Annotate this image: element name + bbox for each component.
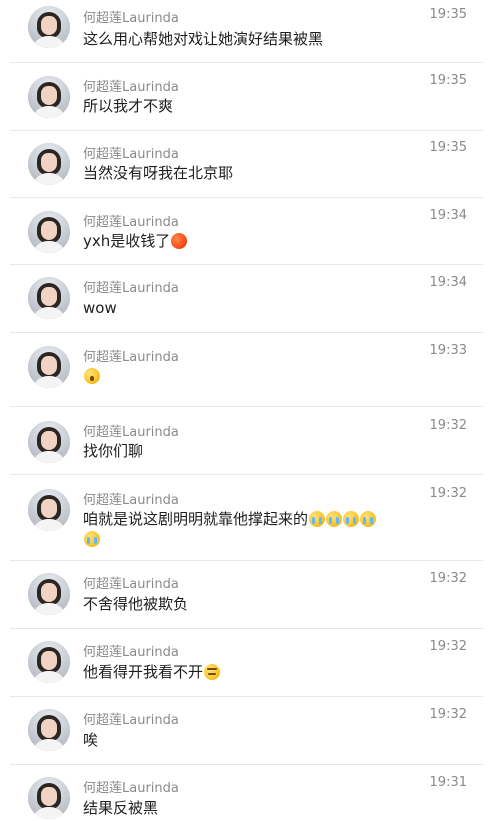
message-text-content: 咱就是说这剧明明就靠他撑起来的 xyxy=(83,510,309,528)
list-item[interactable]: 何超莲Laurinda 19:32 咱就是说这剧明明就靠他撑起来的 xyxy=(0,475,493,561)
sender-name: 何超莲Laurinda xyxy=(83,493,179,508)
message-text: 结果反被黑 xyxy=(83,798,433,818)
message-text: 当然没有呀我在北京耶 xyxy=(83,163,433,183)
message-text: 这么用心帮她对戏让她演好结果被黑 xyxy=(83,29,433,49)
avatar[interactable] xyxy=(28,709,70,751)
avatar[interactable] xyxy=(28,277,70,319)
message-time: 19:32 xyxy=(429,571,467,586)
sender-name: 何超莲Laurinda xyxy=(83,425,179,440)
message-text xyxy=(83,366,433,386)
message-text: yxh是收钱了 xyxy=(83,231,433,251)
message-time: 19:35 xyxy=(429,7,467,22)
list-item[interactable]: 何超莲Laurinda 19:34 wow xyxy=(0,265,493,333)
message-text-content: 这么用心帮她对戏让她演好结果被黑 xyxy=(83,30,324,48)
sender-name: 何超莲Laurinda xyxy=(83,781,179,796)
message-text-content: 唉 xyxy=(83,731,99,749)
crying-emoji-icon xyxy=(326,511,343,527)
sender-name: 何超莲Laurinda xyxy=(83,713,179,728)
message-text: 所以我才不爽 xyxy=(83,96,433,116)
avatar[interactable] xyxy=(28,777,70,819)
sender-name: 何超莲Laurinda xyxy=(83,11,179,26)
message-text-content: 所以我才不爽 xyxy=(83,97,174,115)
message-text: 不舍得他被欺负 xyxy=(83,594,433,614)
avatar[interactable] xyxy=(28,489,70,531)
avatar[interactable] xyxy=(28,143,70,185)
list-item[interactable]: 何超莲Laurinda 19:34 yxh是收钱了 xyxy=(0,198,493,266)
sender-name: 何超莲Laurinda xyxy=(83,80,179,95)
message-time: 19:32 xyxy=(429,418,467,433)
smirk-emoji-icon xyxy=(204,664,221,680)
message-text: 找你们聊 xyxy=(83,441,433,461)
message-text-content: yxh是收钱了 xyxy=(83,232,171,250)
list-item[interactable]: 何超莲Laurinda 19:35 这么用心帮她对戏让她演好结果被黑 xyxy=(0,0,493,60)
message-time: 19:31 xyxy=(429,775,467,790)
message-time: 19:35 xyxy=(429,73,467,88)
avatar[interactable] xyxy=(28,346,70,388)
message-text: 咱就是说这剧明明就靠他撑起来的 xyxy=(83,509,423,549)
avatar[interactable] xyxy=(28,641,70,683)
message-time: 19:34 xyxy=(429,275,467,290)
crying-emoji-icon xyxy=(343,511,360,527)
list-item[interactable]: 何超莲Laurinda 19:33 xyxy=(0,333,493,407)
message-time: 19:35 xyxy=(429,140,467,155)
message-list: 何超莲Laurinda 19:35 这么用心帮她对戏让她演好结果被黑 何超莲La… xyxy=(0,0,493,821)
sender-name: 何超莲Laurinda xyxy=(83,350,179,365)
list-item[interactable]: 何超莲Laurinda 19:32 他看得开我看不开 xyxy=(0,629,493,697)
message-text: 他看得开我看不开 xyxy=(83,662,433,682)
sender-name: 何超莲Laurinda xyxy=(83,577,179,592)
crying-emoji-icon xyxy=(309,511,326,527)
message-time: 19:32 xyxy=(429,486,467,501)
message-time: 19:32 xyxy=(429,639,467,654)
message-text-content: 他看得开我看不开 xyxy=(83,663,204,681)
list-item[interactable]: 何超莲Laurinda 19:32 找你们聊 xyxy=(0,407,493,475)
message-text-content: 当然没有呀我在北京耶 xyxy=(83,164,234,182)
avatar[interactable] xyxy=(28,211,70,253)
sender-name: 何超莲Laurinda xyxy=(83,645,179,660)
list-item[interactable]: 何超莲Laurinda 19:32 不舍得他被欺负 xyxy=(0,561,493,629)
message-text-content: wow xyxy=(83,299,117,317)
sender-name: 何超莲Laurinda xyxy=(83,281,179,296)
message-text-content: 找你们聊 xyxy=(83,442,144,460)
avatar[interactable] xyxy=(28,6,70,48)
message-text: wow xyxy=(83,298,433,318)
avatar[interactable] xyxy=(28,573,70,615)
message-text: 唉 xyxy=(83,730,433,750)
list-item[interactable]: 何超莲Laurinda 19:35 所以我才不爽 xyxy=(0,63,493,131)
sender-name: 何超莲Laurinda xyxy=(83,215,179,230)
message-text-content: 结果反被黑 xyxy=(83,799,159,817)
message-time: 19:34 xyxy=(429,208,467,223)
shocked-emoji-icon xyxy=(84,368,100,384)
list-item[interactable]: 何超莲Laurinda 19:31 结果反被黑 xyxy=(0,765,493,821)
message-time: 19:32 xyxy=(429,707,467,722)
crying-emoji-icon xyxy=(84,531,100,547)
list-item[interactable]: 何超莲Laurinda 19:32 唉 xyxy=(0,697,493,765)
red-angry-emoji-icon xyxy=(171,233,188,249)
sender-name: 何超莲Laurinda xyxy=(83,147,179,162)
crying-emoji-icon xyxy=(360,511,377,527)
avatar[interactable] xyxy=(28,421,70,463)
message-text-content: 不舍得他被欺负 xyxy=(83,595,189,613)
avatar[interactable] xyxy=(28,76,70,118)
message-time: 19:33 xyxy=(429,343,467,358)
list-item[interactable]: 何超莲Laurinda 19:35 当然没有呀我在北京耶 xyxy=(0,131,493,199)
